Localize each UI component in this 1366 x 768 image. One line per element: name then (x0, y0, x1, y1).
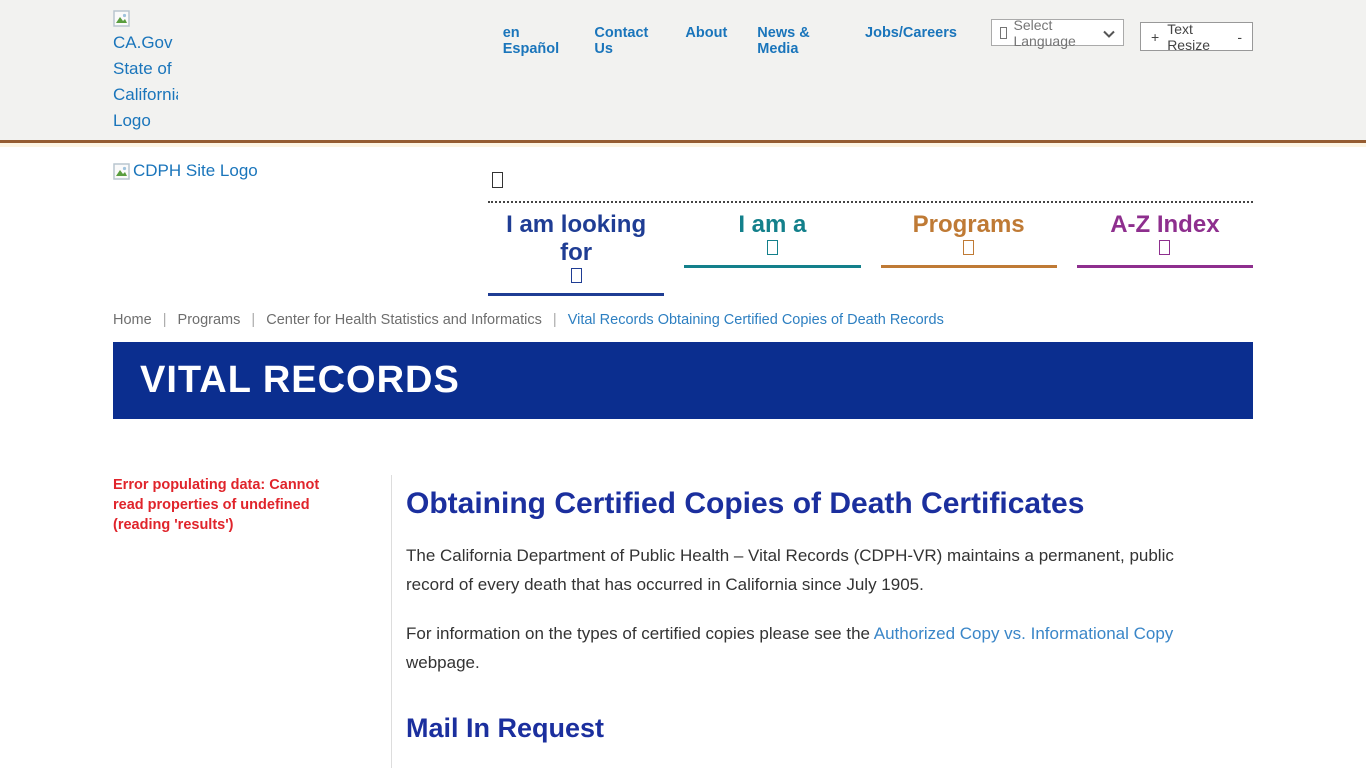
search-icon-placeholder[interactable] (492, 172, 503, 188)
authorized-copy-link[interactable]: Authorized Copy vs. Informational Copy (874, 624, 1174, 643)
mail-in-instructions: Please submit the following for a mail i… (406, 764, 1222, 768)
nav-link-en-espanol[interactable]: en Español (503, 25, 565, 57)
utility-header: CA.Gov State of California Logo en Españ… (0, 0, 1366, 140)
language-select-label: Select Language (1013, 17, 1097, 49)
intro-paragraph: The California Department of Public Heal… (406, 541, 1222, 599)
tab-underline (881, 265, 1057, 268)
breadcrumb-current-page[interactable]: Vital Records Obtaining Certified Copies… (568, 312, 944, 328)
broken-image-icon (113, 163, 131, 181)
page-banner: VITAL RECORDS (113, 342, 1253, 419)
breadcrumb-separator: | (163, 312, 167, 328)
breadcrumb-separator: | (553, 312, 557, 328)
chevron-down-icon-placeholder (571, 268, 582, 283)
tab-i-am-looking-for[interactable]: I am looking for (488, 211, 664, 296)
site-header: CDPH Site Logo I am looking for I am a (0, 147, 1366, 296)
breadcrumb-programs[interactable]: Programs (178, 312, 241, 328)
main-content: Obtaining Certified Copies of Death Cert… (392, 475, 1222, 768)
language-select-dropdown[interactable]: Select Language (991, 19, 1124, 46)
chevron-down-icon-placeholder (1159, 240, 1170, 255)
utility-nav: en Español Contact Us About News & Media… (503, 10, 957, 57)
cdph-logo-alt-text: CDPH Site Logo (133, 161, 258, 181)
tab-underline (684, 265, 860, 268)
banner-title: VITAL RECORDS (113, 359, 460, 402)
ca-gov-logo-link[interactable]: CA.Gov State of California Logo (113, 10, 178, 134)
breadcrumb: Home | Programs | Center for Health Stat… (113, 312, 1253, 328)
tab-underline (488, 293, 664, 296)
left-sidebar: Error populating data: Cannot read prope… (113, 475, 391, 768)
breadcrumb-chsi[interactable]: Center for Health Statistics and Informa… (266, 312, 542, 328)
broken-image-icon (113, 10, 131, 28)
info-text-after: webpage. (406, 653, 480, 672)
nav-link-about[interactable]: About (685, 25, 727, 57)
info-text-before: For information on the types of certifie… (406, 624, 874, 643)
nav-link-news-media[interactable]: News & Media (757, 25, 835, 57)
chevron-down-icon-placeholder (963, 240, 974, 255)
ca-gov-logo-alt-text: CA.Gov State of California Logo (113, 33, 178, 130)
text-resize-control: + Text Resize - (1140, 22, 1253, 51)
main-nav: I am looking for I am a Programs (488, 159, 1253, 296)
text-decrease-button[interactable]: - (1237, 29, 1242, 45)
text-increase-button[interactable]: + (1151, 29, 1159, 45)
text-resize-label: Text Resize (1167, 21, 1229, 53)
tab-underline (1077, 265, 1253, 268)
breadcrumb-separator: | (251, 312, 255, 328)
breadcrumb-home[interactable]: Home (113, 312, 152, 328)
chevron-down-icon-placeholder (767, 240, 778, 255)
mail-in-request-heading: Mail In Request (406, 713, 1222, 744)
tab-a-z-index[interactable]: A-Z Index (1077, 211, 1253, 296)
tab-i-am-a[interactable]: I am a (684, 211, 860, 296)
page: CA.Gov State of California Logo en Españ… (0, 0, 1366, 768)
chevron-down-icon (1103, 25, 1115, 41)
page-title: Obtaining Certified Copies of Death Cert… (406, 487, 1222, 521)
cdph-logo-link[interactable]: CDPH Site Logo (113, 159, 258, 181)
content-area: Error populating data: Cannot read prope… (113, 475, 1253, 768)
nav-tabs: I am looking for I am a Programs (488, 201, 1253, 296)
language-globe-icon-placeholder (1000, 27, 1008, 39)
tab-programs[interactable]: Programs (881, 211, 1057, 296)
nav-link-jobs-careers[interactable]: Jobs/Careers (865, 25, 957, 57)
sidebar-error-message: Error populating data: Cannot read prope… (113, 475, 353, 535)
info-paragraph: For information on the types of certifie… (406, 619, 1222, 677)
nav-link-contact-us[interactable]: Contact Us (594, 25, 655, 57)
